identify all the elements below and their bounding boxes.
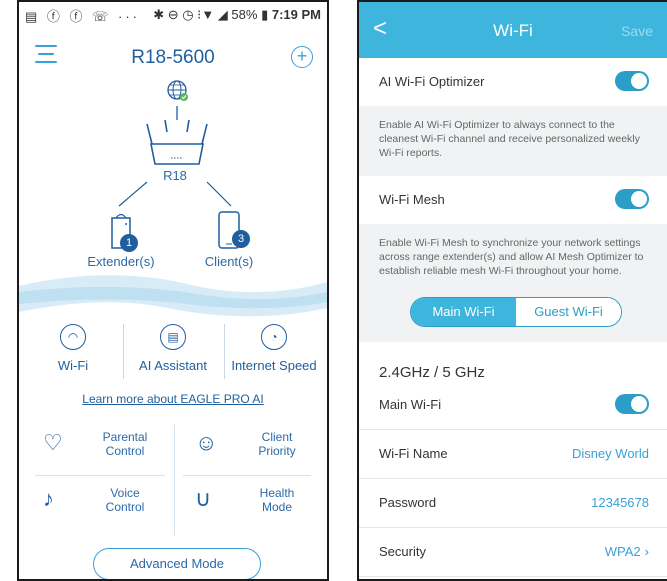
wifi-feature-label: Wi-Fi [57, 358, 89, 373]
security-label: Security [379, 544, 426, 559]
device-title: R18-5600 [131, 47, 215, 68]
client-count-badge: 3 [232, 230, 250, 248]
assistant-icon: ▤ [160, 324, 186, 350]
status-bar: ▤ ⓕ ⓕ ☏ ··· ✱ ⊖ ◷ ⁝▼ ◢ 58% ▮ 7:19 PM [19, 2, 327, 28]
wifi-segmented-control: Main Wi-Fi Guest Wi-Fi [410, 297, 622, 327]
ai-optimizer-description: Enable AI Wi-Fi Optimizer to always conn… [359, 106, 667, 176]
phone-wifi-settings: < Wi-Fi Save AI Wi-Fi Optimizer Enable A… [357, 0, 667, 581]
health-label-2: Mode [261, 500, 293, 514]
router-label: R18 [163, 168, 187, 183]
band-section-title: 2.4GHz / 5 GHz [379, 364, 485, 381]
client-priority-icon: ☺ [195, 430, 218, 455]
tab-main-wifi[interactable]: Main Wi-Fi [411, 298, 516, 326]
ai-optimizer-row: AI Wi-Fi Optimizer [359, 58, 667, 106]
notification-icons: ▤ ⓕ ⓕ ☏ ··· [25, 9, 140, 24]
voice-mic-icon: ♪ [43, 486, 54, 511]
add-device-icon[interactable]: + [291, 46, 313, 68]
main-wifi-toggle[interactable] [615, 394, 649, 414]
client-priority-label-1: Client [261, 430, 293, 444]
speedometer-icon: ◔ [261, 324, 287, 350]
ai-optimizer-label: AI Wi-Fi Optimizer [379, 74, 485, 89]
system-status-icons: ✱ ⊖ ◷ ⁝▼ ◢ [153, 7, 228, 22]
wifi-icon: ◠ [60, 324, 86, 350]
clock: 7:19 PM [271, 7, 321, 22]
battery-icon: ▮ [261, 7, 269, 22]
parental-label-1: Parental [102, 430, 148, 444]
internet-speed-button[interactable]: ◔ Internet Speed [224, 324, 324, 373]
system-icons: ✱ ⊖ ◷ ⁝▼ ◢ 58% ▮ 7:19 PM [153, 7, 321, 23]
wifi-mesh-row: Wi-Fi Mesh [359, 176, 667, 224]
internet-speed-label: Internet Speed [231, 358, 317, 373]
internet-globe-icon [167, 80, 188, 101]
wifi-mesh-description: Enable Wi-Fi Mesh to synchronize your ne… [359, 224, 667, 286]
main-wifi-row: Main Wi-Fi [359, 381, 667, 430]
password-label: Password [379, 495, 437, 510]
chevron-right-icon: › [644, 544, 649, 559]
stethoscope-icon: ∪ [195, 486, 212, 511]
advanced-mode-button[interactable]: Advanced Mode [93, 548, 261, 579]
voice-control-button[interactable]: ♪ Voice Control [23, 478, 173, 530]
parental-label-2: Control [105, 444, 145, 458]
ai-assistant-button[interactable]: ▤ AI Assistant [123, 324, 223, 373]
security-value: WPA2 [604, 544, 641, 559]
wave-decoration [19, 275, 327, 317]
wifi-name-value: Disney World [571, 446, 649, 461]
security-value-wrap: WPA2 › [605, 544, 649, 559]
parental-control-button[interactable]: ♡ Parental Control [23, 422, 173, 474]
password-row[interactable]: Password 12345678 [359, 479, 667, 528]
client-priority-button[interactable]: ☺ Client Priority [175, 422, 325, 474]
shield-heart-icon: ♡ [43, 430, 63, 455]
main-wifi-label: Main Wi-Fi [379, 397, 442, 412]
voice-label-1: Voice [110, 486, 140, 500]
ai-optimizer-toggle[interactable] [615, 71, 649, 91]
nav-bar: < Wi-Fi Save [359, 2, 667, 58]
wifi-mesh-label: Wi-Fi Mesh [379, 192, 445, 207]
save-button[interactable]: Save [621, 23, 653, 39]
tab-guest-wifi[interactable]: Guest Wi-Fi [516, 298, 621, 326]
learn-more-link[interactable]: Learn more about EAGLE PRO AI [19, 392, 327, 406]
wifi-name-row[interactable]: Wi-Fi Name Disney World [359, 430, 667, 479]
health-mode-button[interactable]: ∪ Health Mode [175, 478, 325, 530]
ai-assistant-label: AI Assistant [139, 358, 207, 373]
phone-home-screen: ▤ ⓕ ⓕ ☏ ··· ✱ ⊖ ◷ ⁝▼ ◢ 58% ▮ 7:19 PM R18… [17, 0, 329, 581]
voice-label-2: Control [105, 500, 145, 514]
divider [35, 475, 165, 476]
health-label-1: Health [259, 486, 295, 500]
password-value: 12345678 [591, 495, 649, 510]
router-icon [146, 119, 208, 165]
wifi-feature-button[interactable]: ◠ Wi-Fi [23, 324, 123, 373]
battery-percent: 58% [231, 7, 258, 22]
extender-count-badge: 1 [120, 234, 138, 252]
client-priority-label-2: Priority [258, 444, 296, 458]
divider [183, 475, 311, 476]
wifi-mesh-toggle[interactable] [615, 189, 649, 209]
wifi-name-label: Wi-Fi Name [379, 446, 448, 461]
security-row[interactable]: Security WPA2 › [359, 528, 667, 577]
